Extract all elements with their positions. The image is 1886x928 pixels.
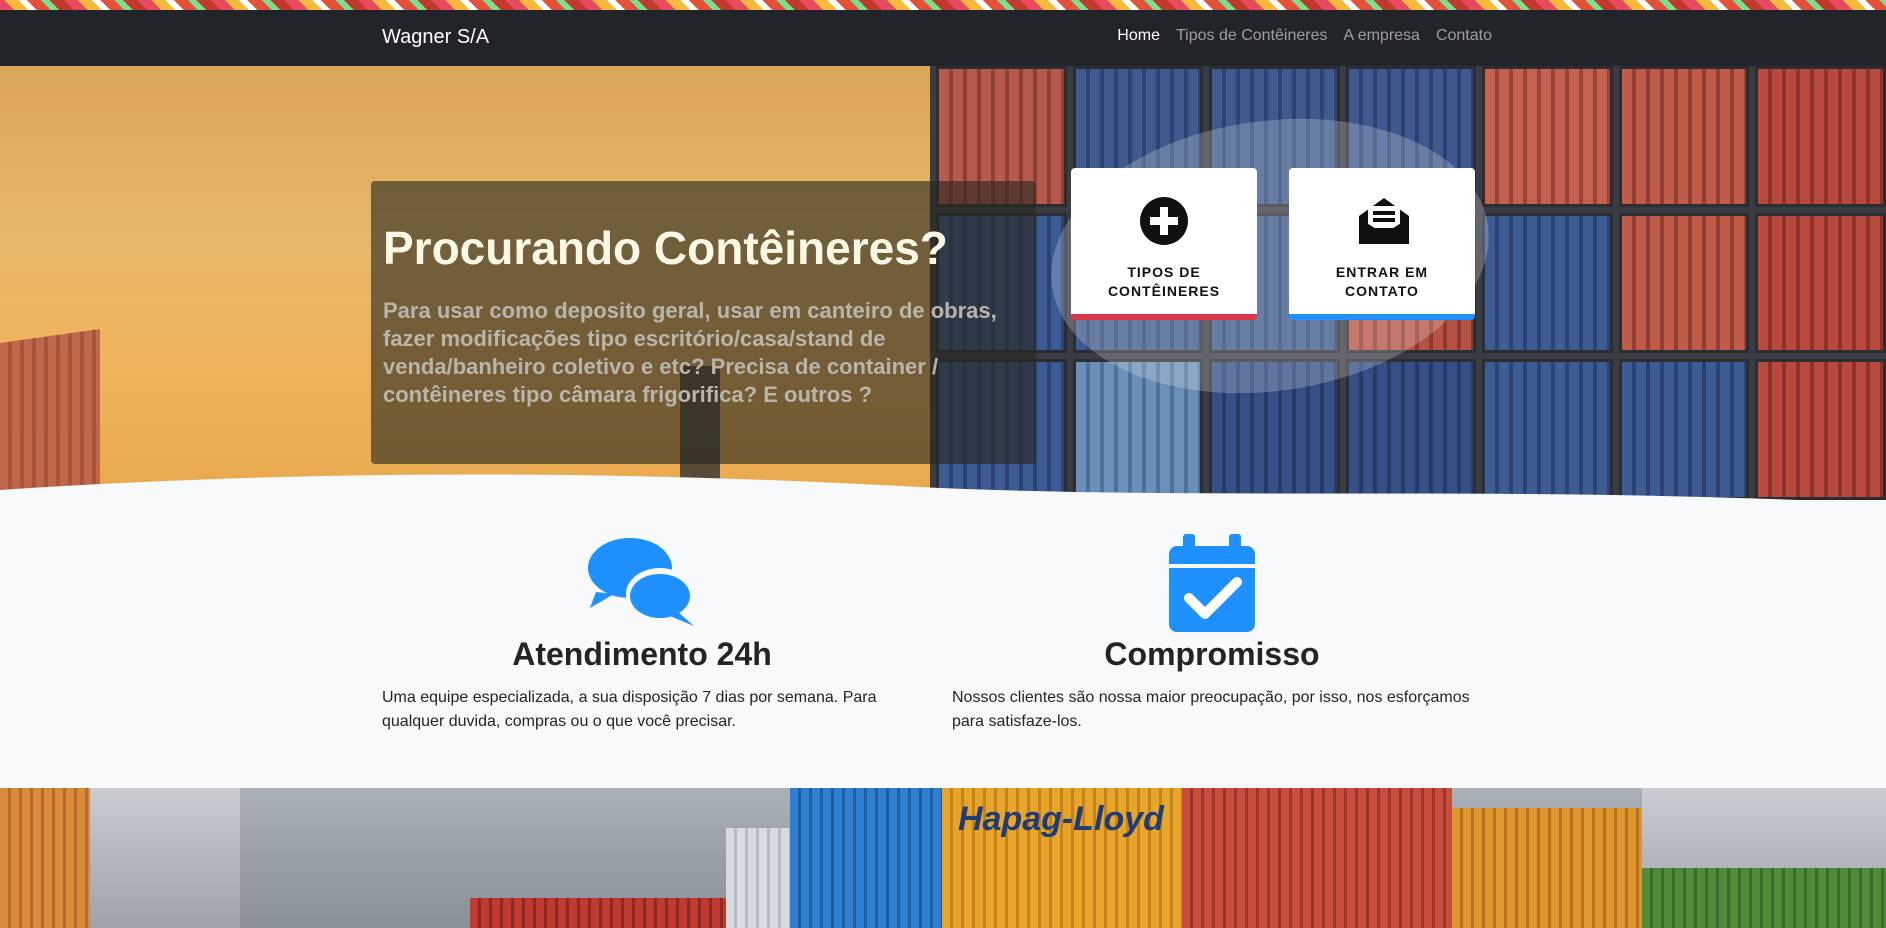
calendar-check-icon: [952, 534, 1472, 634]
bottom-image-band: Hapag-Lloyd: [0, 788, 1886, 928]
plus-circle-icon: [1139, 196, 1189, 246]
tipos-conteineres-card-label: TIPOS DE CONTÊINERES: [1107, 264, 1221, 299]
feature-compromisso: Compromisso Nossos clientes são nossa ma…: [952, 534, 1472, 734]
bottom-container-white: [726, 828, 790, 928]
tipos-conteineres-card-button[interactable]: TIPOS DE CONTÊINERES: [1071, 168, 1257, 320]
entrar-em-contato-card-label: ENTRAR EM CONTATO: [1335, 264, 1429, 299]
nav-link-tipos-conteineres[interactable]: Tipos de Contêineres: [1176, 27, 1328, 45]
bottom-trees-right: [1642, 868, 1886, 928]
hero-description: Para usar como deposito geral, usar em c…: [383, 298, 997, 407]
comments-icon: [382, 534, 902, 634]
feature-description: Uma equipe especializada, a sua disposiç…: [382, 689, 877, 730]
nav-link-home[interactable]: Home: [1117, 27, 1160, 45]
bottom-containers-left: [0, 788, 90, 928]
feature-description: Nossos clientes são nossa maior preocupa…: [952, 689, 1470, 730]
entrar-em-contato-card-button[interactable]: ENTRAR EM CONTATO: [1289, 168, 1475, 320]
feature-title: Atendimento 24h: [512, 636, 772, 672]
bottom-containers-right: [1452, 808, 1642, 928]
brand-logo[interactable]: Wagner S/A: [382, 26, 489, 49]
nav-link-a-empresa[interactable]: A empresa: [1343, 27, 1419, 45]
nav-link-contato[interactable]: Contato: [1436, 27, 1492, 45]
hero-title: Procurando Contêineres?: [383, 222, 948, 274]
bottom-containers-red: [1182, 788, 1452, 928]
navbar: Wagner S/A Home Tipos de Contêineres A e…: [0, 10, 1886, 66]
feature-atendimento: Atendimento 24h Uma equipe especializada…: [382, 534, 902, 734]
bottom-containers-blue: [790, 788, 942, 928]
hero-caption-box: Procurando Contêineres? Para usar como d…: [371, 181, 1036, 464]
hero-section: Procurando Contêineres? Para usar como d…: [0, 66, 1886, 500]
nav-links: Home Tipos de Contêineres A empresa Cont…: [1117, 27, 1492, 45]
hapag-lloyd-container-text: Hapag-Lloyd: [958, 800, 1164, 838]
features-section: Atendimento 24h Uma equipe especializada…: [0, 500, 1886, 788]
decorative-top-strip: [0, 0, 1886, 10]
feature-title: Compromisso: [1104, 636, 1320, 672]
envelope-open-text-icon: [1357, 196, 1409, 246]
